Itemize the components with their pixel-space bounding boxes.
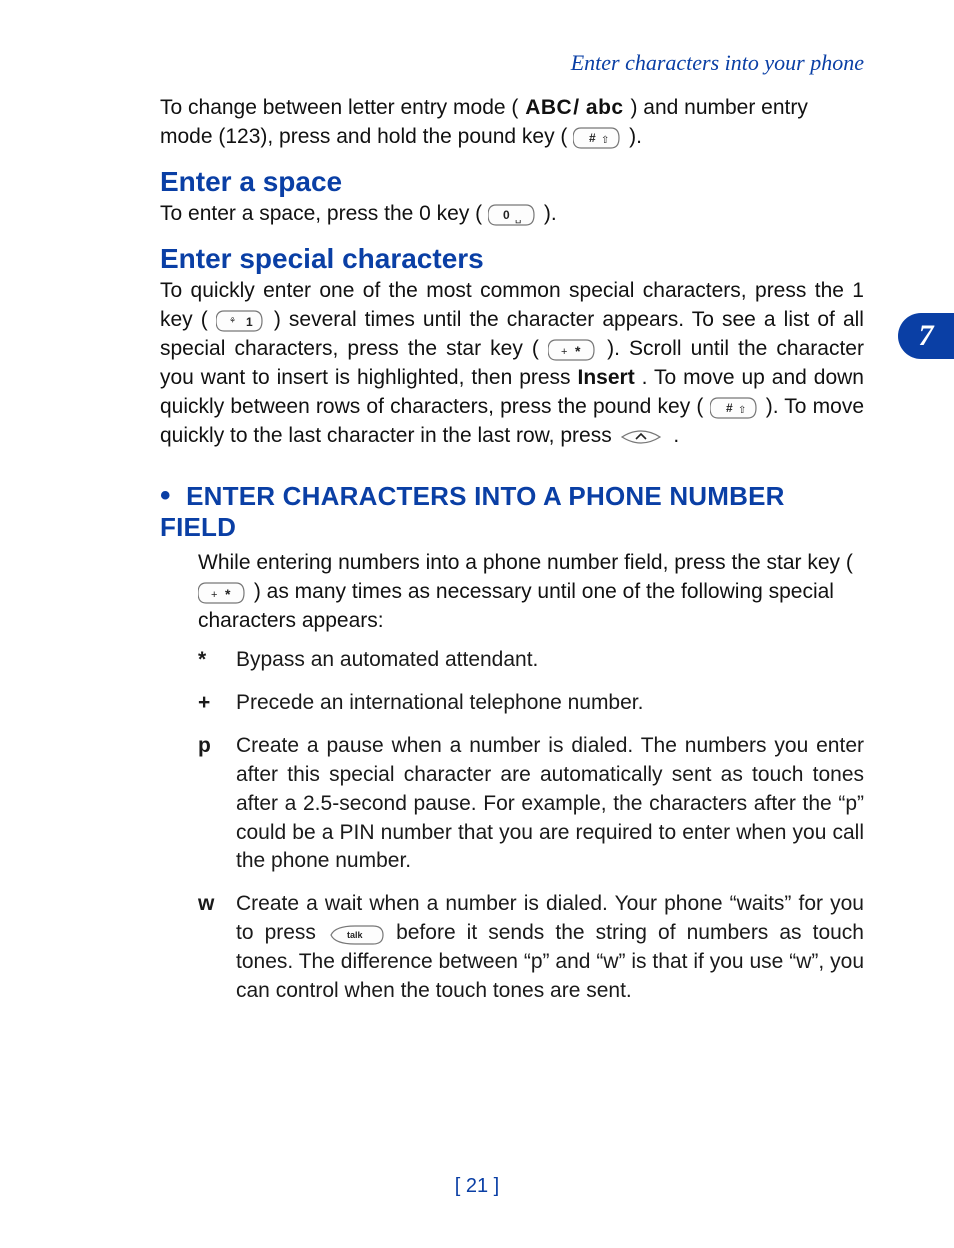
- bullet-icon: •: [160, 479, 171, 512]
- svg-text:#: #: [589, 131, 596, 145]
- svg-text:*: *: [225, 586, 231, 602]
- abc-upper-icon: ABC: [525, 94, 572, 123]
- enter-space-heading: Enter a space: [160, 166, 864, 198]
- def-text: Create a pause when a number is dialed. …: [236, 732, 864, 877]
- text: To enter a space, press the 0 key (: [160, 202, 482, 225]
- pound-key-icon: # ⇧: [573, 126, 623, 150]
- def-symbol: p: [198, 732, 236, 761]
- list-item: w Create a wait when a number is dialed.…: [198, 890, 864, 1006]
- svg-text:⇧: ⇧: [601, 135, 609, 146]
- zero-key-icon: 0 ␣: [488, 203, 538, 227]
- text: While entering numbers into a phone numb…: [198, 551, 853, 574]
- def-symbol: +: [198, 689, 236, 718]
- insert-label: Insert: [578, 366, 635, 389]
- definitions-list: * Bypass an automated attendant. + Prece…: [198, 646, 864, 1007]
- def-text: Create a wait when a number is dialed. Y…: [236, 890, 864, 1006]
- svg-text:+: +: [211, 589, 217, 601]
- up-key-icon: [618, 425, 668, 449]
- list-item: + Precede an international telephone num…: [198, 689, 864, 718]
- svg-text:0: 0: [503, 208, 510, 222]
- enter-special-paragraph: To quickly enter one of the most common …: [160, 277, 864, 451]
- svg-text:␣: ␣: [515, 213, 521, 224]
- pound-key-icon: # ⇧: [710, 396, 760, 420]
- def-symbol: w: [198, 890, 236, 919]
- svg-text:⇧: ⇧: [738, 405, 746, 416]
- svg-text:1: 1: [246, 315, 253, 329]
- star-key-icon: + *: [198, 581, 248, 605]
- phone-field-heading: • ENTER CHARACTERS INTO A PHONE NUMBER F…: [160, 481, 864, 543]
- text: .: [673, 424, 679, 447]
- abc-lower-icon: abc: [586, 94, 624, 123]
- text: ) as many times as necessary until one o…: [198, 580, 834, 632]
- def-text: Precede an international telephone numbe…: [236, 689, 864, 718]
- intro-paragraph: To change between letter entry mode ( AB…: [160, 94, 864, 152]
- def-symbol: *: [198, 646, 236, 675]
- list-item: p Create a pause when a number is dialed…: [198, 732, 864, 877]
- heading-text: ENTER CHARACTERS INTO A PHONE NUMBER FIE…: [160, 481, 785, 542]
- svg-text:+: +: [561, 346, 567, 358]
- star-key-icon: + *: [548, 338, 598, 362]
- talk-key-icon: talk: [327, 924, 385, 946]
- separator: /: [573, 96, 579, 119]
- chapter-tab: 7: [898, 313, 954, 359]
- text: ).: [544, 202, 557, 225]
- one-key-icon: ⚘ 1: [216, 309, 266, 333]
- page-number: [ 21 ]: [0, 1175, 954, 1198]
- svg-text:talk: talk: [347, 930, 364, 940]
- svg-text:#: #: [726, 401, 733, 415]
- text: ).: [629, 125, 642, 148]
- def-text: Bypass an automated attendant.: [236, 646, 864, 675]
- svg-text:⚘: ⚘: [229, 316, 236, 325]
- enter-special-heading: Enter special characters: [160, 243, 864, 275]
- phone-field-intro: While entering numbers into a phone numb…: [198, 549, 864, 636]
- enter-space-paragraph: To enter a space, press the 0 key ( 0 ␣ …: [160, 200, 864, 229]
- list-item: * Bypass an automated attendant.: [198, 646, 864, 675]
- running-head: Enter characters into your phone: [160, 50, 864, 76]
- text: To change between letter entry mode (: [160, 96, 518, 119]
- svg-text:*: *: [575, 343, 581, 359]
